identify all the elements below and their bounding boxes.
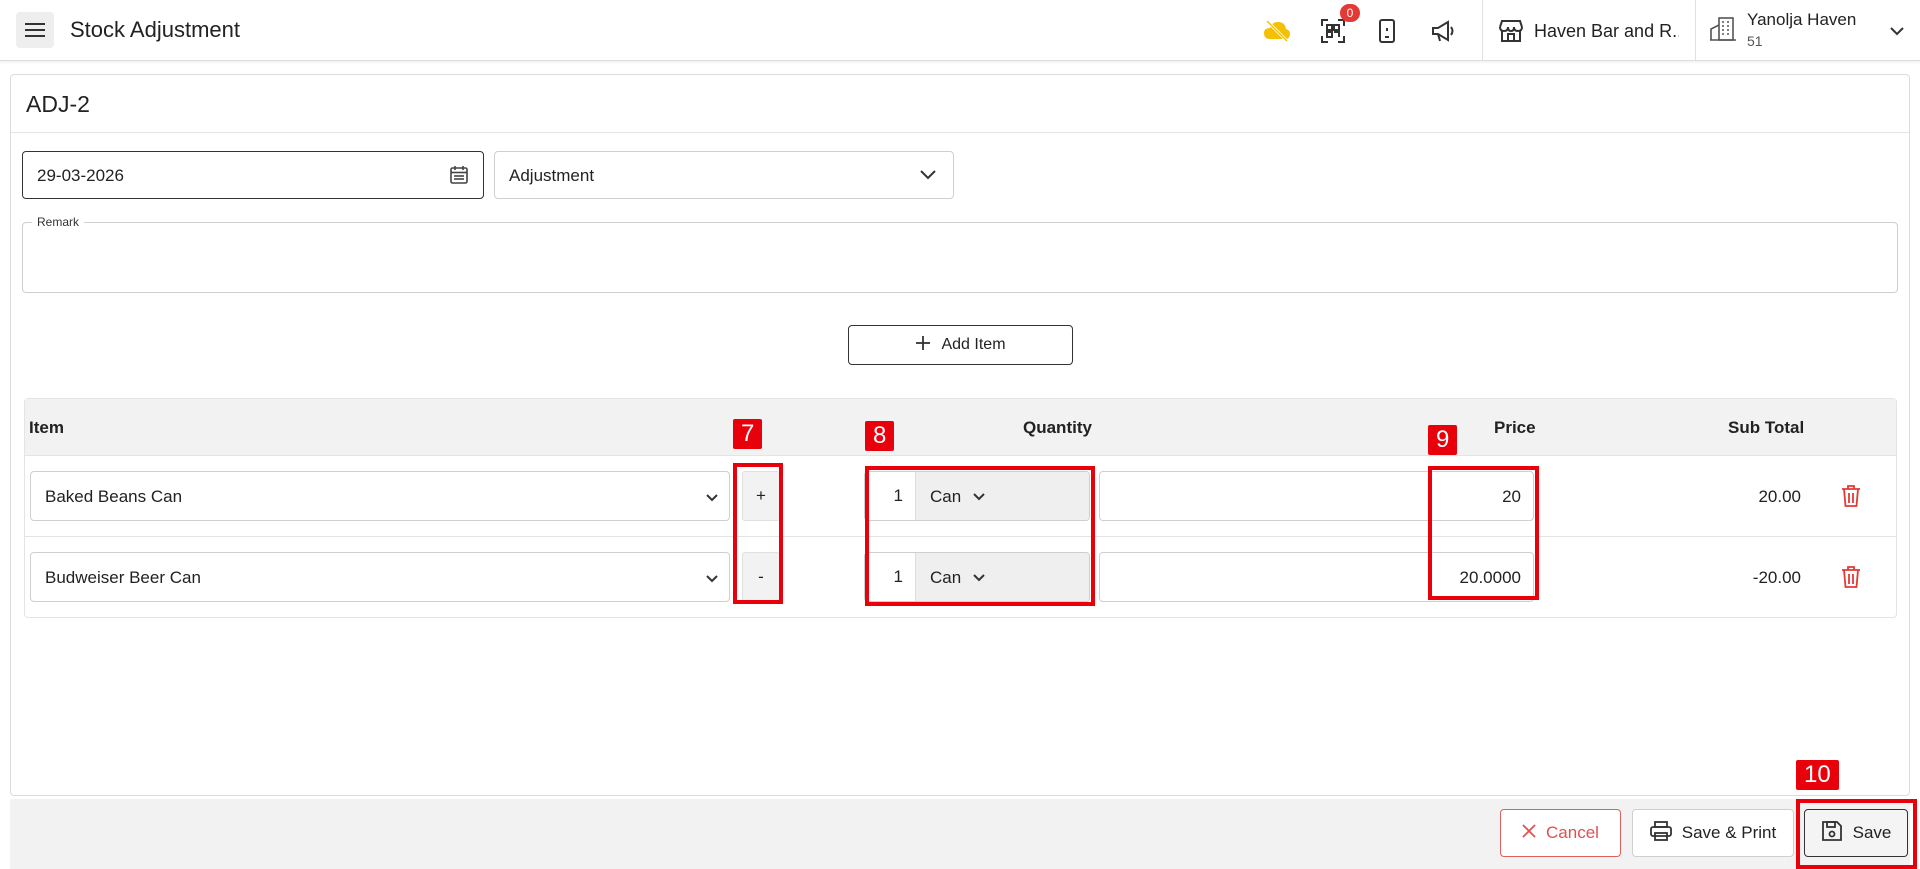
annotation-box-7	[733, 463, 783, 604]
cancel-button[interactable]: Cancel	[1500, 809, 1621, 857]
store-selector[interactable]: Haven Bar and R...	[1534, 21, 1679, 42]
annotation-label-7: 7	[733, 419, 763, 449]
hamburger-menu-icon[interactable]	[16, 12, 54, 48]
user-name[interactable]: Yanolja Haven	[1747, 10, 1856, 30]
chevron-down-icon[interactable]	[1882, 16, 1912, 46]
page-title: Stock Adjustment	[70, 17, 240, 42]
close-icon	[1522, 823, 1536, 843]
item-select[interactable]: Baked Beans Can	[30, 471, 730, 521]
add-item-label: Add Item	[941, 336, 1006, 353]
annotation-label-8: 8	[865, 421, 895, 451]
table-header	[25, 399, 1896, 455]
user-id: 51	[1747, 33, 1763, 49]
adjustment-type-value: Adjustment	[509, 166, 595, 185]
topbar-divider	[1482, 0, 1483, 60]
chevron-down-icon	[705, 571, 719, 589]
chevron-down-icon	[705, 490, 719, 508]
save-and-print-label: Save & Print	[1681, 823, 1777, 842]
column-header-price: Price	[1494, 418, 1536, 437]
store-icon	[1496, 16, 1526, 46]
card-divider	[11, 132, 1909, 133]
chevron-down-icon	[919, 168, 937, 186]
annotation-label-9: 9	[1428, 425, 1458, 455]
annotation-box-10	[1796, 799, 1917, 869]
document-id: ADJ-2	[26, 91, 90, 117]
building-icon	[1708, 14, 1738, 44]
date-field[interactable]: 29-03-2026	[22, 151, 484, 199]
adjustment-type-select[interactable]: Adjustment	[494, 151, 954, 199]
delete-icon[interactable]	[1840, 484, 1862, 508]
column-header-quantity: Quantity	[1023, 418, 1092, 437]
column-header-item: Item	[29, 418, 64, 437]
plus-icon	[915, 335, 931, 356]
remark-label: Remark	[32, 215, 85, 229]
notification-badge: 0	[1340, 4, 1360, 22]
date-value: 29-03-2026	[37, 166, 124, 185]
calendar-icon[interactable]	[449, 165, 469, 190]
column-header-subtotal: Sub Total	[1728, 418, 1805, 437]
top-bar: Stock Adjustment 0 Haven Bar and R... Ya…	[0, 0, 1920, 61]
annotation-box-8	[865, 466, 1095, 606]
delete-icon[interactable]	[1840, 565, 1862, 589]
cloud-off-icon[interactable]	[1262, 16, 1292, 46]
footer-bar	[10, 799, 1910, 869]
megaphone-icon[interactable]	[1428, 16, 1458, 46]
printer-icon	[1649, 820, 1672, 846]
cancel-label: Cancel	[1546, 823, 1599, 842]
row-divider	[25, 455, 1896, 456]
remark-field[interactable]	[22, 222, 1898, 293]
subtotal-value: 20.00	[1758, 487, 1801, 506]
mobile-device-icon[interactable]	[1372, 16, 1402, 46]
annotation-label-10: 10	[1796, 760, 1839, 790]
add-item-button[interactable]: Add Item	[848, 325, 1073, 365]
annotation-box-9	[1428, 466, 1539, 600]
item-select[interactable]: Budweiser Beer Can	[30, 552, 730, 602]
save-and-print-button[interactable]: Save & Print	[1632, 809, 1794, 857]
item-name: Budweiser Beer Can	[45, 568, 201, 587]
topbar-divider	[1695, 0, 1696, 60]
subtotal-value: -20.00	[1752, 568, 1801, 587]
item-name: Baked Beans Can	[45, 487, 183, 506]
